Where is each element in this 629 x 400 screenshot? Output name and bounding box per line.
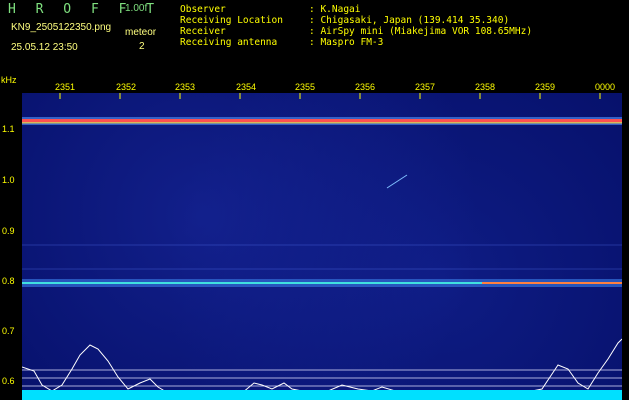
secondary-band [22,279,622,287]
x-tick-label: 2358 [475,82,496,92]
noise-floor [22,390,622,400]
date-time: 25.05.12 23:50 [11,42,78,53]
x-tick-label: 2353 [175,82,196,92]
x-tick-label: 2352 [116,82,137,92]
meta-key-receiver: Receiver [180,26,226,37]
meteor-streak [386,174,408,189]
faint-lines [22,244,622,270]
app-version: 1.00f [125,3,148,14]
y-tick-label: 0.6 [2,376,15,386]
y-tick-label: 0.9 [2,226,15,236]
reference-lines [22,369,622,387]
x-tick-label: 2355 [295,82,316,92]
spectrogram-canvas [22,93,622,400]
y-tick-label: 1.0 [2,175,15,185]
meta-key-observer: Observer [180,4,226,15]
x-tick-label: 2359 [535,82,556,92]
signal-trace [22,338,622,394]
y-tick-label: 1.1 [2,124,15,134]
x-tick-label: 2354 [236,82,257,92]
y-tick-label: 0.8 [2,276,15,286]
meta-value-receiver: : AirSpy mini (Miakejima VOR 108.65MHz) [309,26,533,37]
file-name: KN9_2505122350.png [11,22,112,33]
x-tick-label: 2357 [415,82,436,92]
spectrogram [22,93,622,400]
meteor-count: 2 [139,41,145,52]
y-tick-label: 0.7 [2,326,15,336]
x-tick-marks [59,93,601,99]
meta-value-antenna: : Maspro FM-3 [309,37,384,48]
meta-key-antenna: Receiving antenna [180,37,278,48]
x-tick-label: 2356 [355,82,376,92]
header-panel: H R O F F T 1.00f KN9_2505122350.png met… [0,0,629,80]
x-tick-label: 2351 [55,82,76,92]
meta-value-observer: : K.Nagai [309,4,361,15]
x-tick-label: 0000 [595,82,616,92]
carrier-band [22,117,622,125]
y-axis-unit: kHz [1,75,17,85]
meteor-label: meteor [125,27,157,38]
meta-value-location: : Chigasaki, Japan (139.414 35.340) [309,15,510,26]
meta-key-location: Receiving Location [180,15,283,26]
